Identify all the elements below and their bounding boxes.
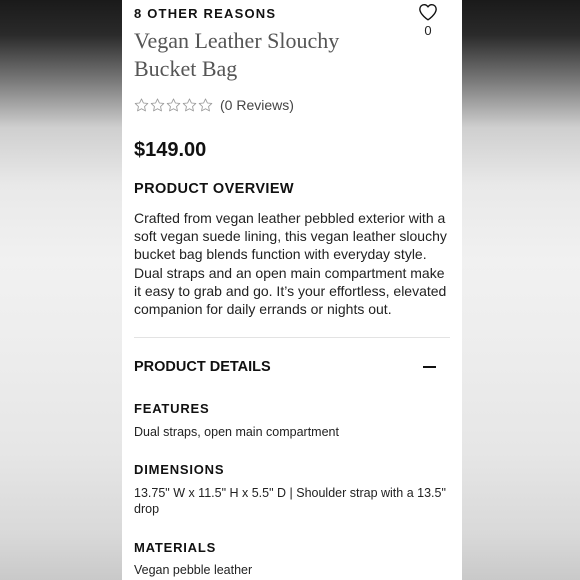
star-empty-icon — [166, 98, 181, 112]
heart-outline-icon — [419, 3, 437, 21]
reviews-link[interactable]: (0 Reviews) — [220, 97, 294, 113]
divider — [134, 337, 450, 338]
overview-heading: PRODUCT OVERVIEW — [134, 181, 295, 197]
product-page: 8 OTHER REASONS 0 Vegan Leather Slouchy … — [122, 0, 462, 580]
dimensions-heading: DIMENSIONS — [134, 462, 225, 477]
brand-name[interactable]: 8 OTHER REASONS — [134, 6, 276, 21]
star-empty-icon — [134, 98, 149, 112]
blurred-background-left — [0, 0, 122, 580]
features-text: Dual straps, open main compartment — [134, 425, 339, 439]
materials-text: Vegan pebble leather — [134, 563, 253, 577]
product-price: $149.00 — [134, 139, 207, 161]
favorite-button[interactable]: 0 — [416, 3, 440, 38]
minus-icon[interactable] — [422, 359, 438, 375]
details-heading[interactable]: PRODUCT DETAILS — [134, 359, 271, 375]
overview-text: Crafted from vegan leather pebbled exter… — [134, 210, 447, 318]
materials-heading: MATERIALS — [134, 540, 217, 555]
star-empty-icon — [182, 98, 197, 112]
dimensions-text: 13.75" W x 11.5" H x 5.5" D | Shoulder s… — [134, 486, 446, 516]
product-title: Vegan Leather Slouchy Bucket Bag — [134, 28, 340, 81]
favorite-count: 0 — [424, 23, 432, 38]
star-empty-icon — [198, 98, 213, 112]
star-empty-icon — [150, 98, 165, 112]
features-heading: FEATURES — [134, 401, 210, 416]
blurred-background-right — [462, 0, 580, 580]
rating-row[interactable]: (0 Reviews) — [134, 97, 294, 113]
star-rating — [134, 98, 213, 112]
